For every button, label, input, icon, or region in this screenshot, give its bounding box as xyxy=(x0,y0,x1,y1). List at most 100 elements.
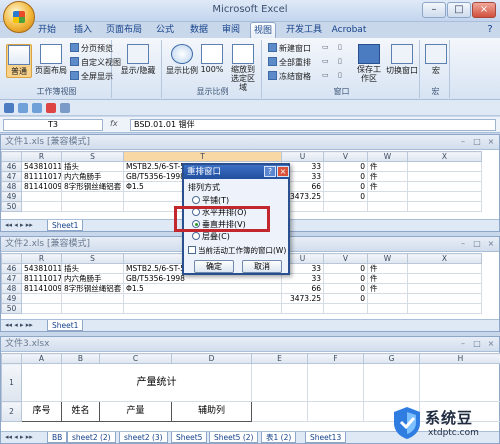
cell[interactable] xyxy=(61,303,124,314)
cell[interactable] xyxy=(251,401,308,422)
macros-button[interactable]: 宏 xyxy=(424,44,448,78)
tab-data[interactable]: 数据 xyxy=(186,22,212,38)
cell[interactable]: 811110175 xyxy=(21,273,62,284)
zoom-button[interactable]: 显示比例 xyxy=(166,44,198,78)
cell[interactable] xyxy=(363,363,420,402)
cell[interactable]: 0 xyxy=(323,263,368,274)
wb3-minimize-icon[interactable]: – xyxy=(457,339,469,349)
title-cell[interactable]: 产量统计 xyxy=(61,363,252,402)
wb3-close-icon[interactable]: × xyxy=(485,339,497,349)
cell[interactable]: 件 xyxy=(367,283,408,294)
cell[interactable] xyxy=(407,191,482,202)
zoom-100-button[interactable]: 100% xyxy=(200,44,224,78)
cell[interactable] xyxy=(251,363,308,402)
cell[interactable]: 811410090 xyxy=(21,181,62,192)
col-header[interactable]: A xyxy=(21,353,62,364)
full-screen-button[interactable]: 全屏显示 xyxy=(70,71,113,82)
col-header[interactable]: X xyxy=(407,253,482,264)
col-header[interactable]: V xyxy=(323,253,368,264)
cell[interactable]: 33 xyxy=(281,273,324,284)
cell[interactable]: 内六角肠手 xyxy=(61,171,124,182)
cell[interactable] xyxy=(407,303,482,314)
cell[interactable] xyxy=(407,283,482,294)
wb2-maximize-icon[interactable]: □ xyxy=(471,239,483,249)
cell[interactable] xyxy=(407,273,482,284)
view-side-by-side-button[interactable]: ▯ xyxy=(338,43,342,51)
cell[interactable]: 0 xyxy=(323,273,368,284)
col-header[interactable]: H xyxy=(419,353,500,364)
wb1-minimize-icon[interactable]: – xyxy=(457,137,469,147)
corner-cell[interactable] xyxy=(1,353,22,364)
switch-windows-button[interactable]: 切换窗口 xyxy=(386,44,418,78)
col-header[interactable]: R xyxy=(21,151,62,162)
split-button[interactable]: ▭ xyxy=(322,43,329,51)
col-header[interactable]: S xyxy=(61,151,124,162)
col-header[interactable]: F xyxy=(307,353,364,364)
tab-home[interactable]: 开始 xyxy=(34,22,60,38)
cell[interactable]: 811110175 xyxy=(21,171,62,182)
cell[interactable] xyxy=(123,303,282,314)
corner-cell[interactable] xyxy=(1,253,22,264)
office-button[interactable] xyxy=(3,1,35,33)
close-button[interactable]: × xyxy=(472,2,496,18)
col-header[interactable]: W xyxy=(367,151,408,162)
page-break-preview-button[interactable]: 分页预览 xyxy=(70,43,113,54)
corner-cell[interactable] xyxy=(1,151,22,162)
cell[interactable] xyxy=(407,293,482,304)
cell[interactable] xyxy=(407,263,482,274)
sheet-tab[interactable]: Sheet13 xyxy=(305,432,347,443)
cell[interactable] xyxy=(61,201,124,212)
row-header[interactable]: 50 xyxy=(1,201,22,212)
tab-formulas[interactable]: 公式 xyxy=(152,22,178,38)
cell[interactable]: 姓名 xyxy=(61,401,100,422)
reset-position-button[interactable]: ▯ xyxy=(338,71,342,79)
cell[interactable]: 件 xyxy=(367,181,408,192)
save-workspace-button[interactable]: 保存工作区 xyxy=(354,44,384,88)
sync-scroll-button[interactable]: ▯ xyxy=(338,57,342,65)
radio-cascade[interactable]: 层叠(C) xyxy=(192,231,230,242)
col-header[interactable]: R xyxy=(21,253,62,264)
col-header[interactable]: B xyxy=(61,353,100,364)
cell[interactable] xyxy=(407,181,482,192)
normal-view-button[interactable]: 普通 xyxy=(6,44,32,78)
cell[interactable] xyxy=(21,363,62,402)
sheet-tab[interactable]: sheet2 (3) xyxy=(119,432,168,443)
cell[interactable] xyxy=(407,161,482,172)
fx-icon[interactable]: fx xyxy=(110,119,118,128)
help-icon[interactable]: ? xyxy=(484,22,496,38)
record-icon[interactable] xyxy=(46,103,56,113)
row-header[interactable]: 50 xyxy=(1,303,22,314)
col-header[interactable]: E xyxy=(251,353,308,364)
dialog-close-icon[interactable]: × xyxy=(277,166,289,177)
cell[interactable]: GB/T5356-1998 xyxy=(123,273,282,284)
cell[interactable] xyxy=(323,201,368,212)
cell[interactable]: 插头 xyxy=(61,263,124,274)
row-header[interactable]: 46 xyxy=(1,263,22,274)
cell[interactable]: 3473.25 xyxy=(281,293,324,304)
cell[interactable]: 件 xyxy=(367,171,408,182)
tab-view[interactable]: 视图 xyxy=(250,22,276,38)
name-box[interactable]: T3 xyxy=(3,119,103,131)
cell[interactable]: Φ1.5 xyxy=(123,283,282,294)
cell[interactable]: 内六角肠手 xyxy=(61,273,124,284)
cell[interactable]: 0 xyxy=(323,293,368,304)
tab-insert[interactable]: 插入 xyxy=(70,22,96,38)
col-header[interactable]: D xyxy=(171,353,252,364)
dialog-help-icon[interactable]: ? xyxy=(264,166,276,177)
cell[interactable]: 插头 xyxy=(61,161,124,172)
cell[interactable]: 件 xyxy=(367,263,408,274)
cancel-button[interactable]: 取消 xyxy=(242,260,282,273)
cell[interactable]: 0 xyxy=(323,191,368,202)
wb2-minimize-icon[interactable]: – xyxy=(457,239,469,249)
unhide-button[interactable]: ▭ xyxy=(322,71,329,79)
row-header[interactable]: 48 xyxy=(1,283,22,294)
cell[interactable]: 543810118 xyxy=(21,263,62,274)
save-icon[interactable] xyxy=(4,103,14,113)
cell[interactable]: 0 xyxy=(323,283,368,294)
sheet-tab[interactable]: 表1 (2) xyxy=(261,432,297,443)
cell[interactable] xyxy=(367,201,408,212)
wb3-maximize-icon[interactable]: □ xyxy=(471,339,483,349)
wb1-maximize-icon[interactable]: □ xyxy=(471,137,483,147)
sheet-tab[interactable]: Sheet1 xyxy=(47,320,84,331)
show-hide-button[interactable]: 显示/隐藏 xyxy=(118,44,158,78)
